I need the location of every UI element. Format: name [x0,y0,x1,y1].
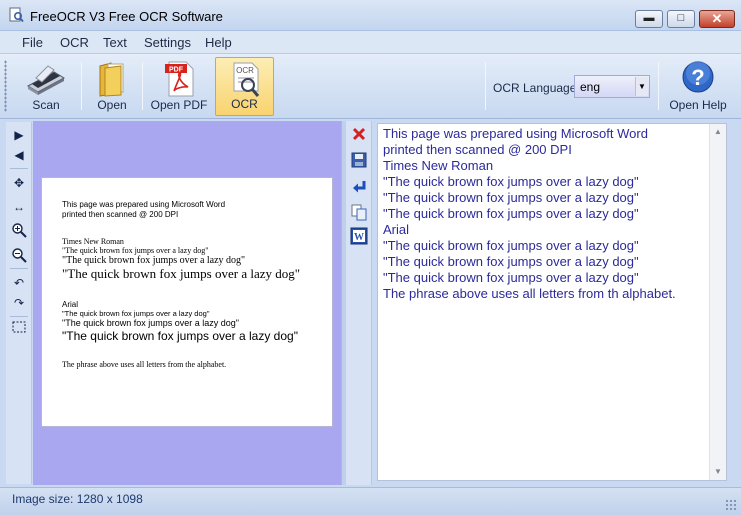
ocr-text-line: "The quick brown fox jumps over a lazy d… [383,270,639,285]
maximize-icon: □ [677,12,685,24]
status-bar: Image size: 1280 x 1098 [0,487,741,515]
open-button[interactable]: Open [86,57,138,116]
preview-line: The phrase above uses all letters from t… [62,360,227,369]
ocr-text-area[interactable]: This page was prepared using Microsoft W… [377,123,727,481]
preview-line: "The quick brown fox jumps over a lazy d… [62,246,209,255]
folder-icon [99,62,124,97]
ocr-text-line: "The quick brown fox jumps over a lazy d… [383,174,639,189]
ocr-language-label: OCR Language: [493,81,580,95]
maximize-button[interactable]: □ [667,10,695,28]
scanned-page: This page was prepared using Microsoft W… [41,177,333,427]
text-tools-bar: W [346,121,372,485]
play-left-icon[interactable]: ◀ [10,146,28,164]
menu-bar: File OCR Text Settings Help [0,31,741,53]
scroll-up-icon[interactable]: ▲ [710,124,726,140]
toolbar-separator [81,62,82,110]
minimize-button[interactable]: ▬ [635,10,663,28]
window-title: FreeOCR V3 Free OCR Software [30,9,223,24]
fit-width-icon[interactable]: ↔ [10,198,28,216]
preview-line: "The quick brown fox jumps over a lazy d… [62,255,246,266]
preview-line: "The quick brown fox jumps over a lazy d… [62,309,210,318]
ocr-icon: OCR [233,62,259,97]
menu-file[interactable]: File [22,35,43,50]
scroll-down-icon[interactable]: ▼ [710,464,726,480]
toolbar-separator [142,62,143,110]
ocr-text-line: The phrase above uses all letters from t… [383,286,676,301]
svg-text:PDF: PDF [169,67,184,74]
preview-line: This page was prepared using Microsoft W… [62,200,226,209]
open-pdf-button[interactable]: PDF Open PDF [148,57,210,116]
paste-icon[interactable] [350,178,368,196]
menu-help[interactable]: Help [205,35,232,50]
ocr-label: OCR [231,97,258,111]
select-area-icon[interactable] [10,318,28,336]
scan-button[interactable]: Scan [14,57,78,116]
menu-text[interactable]: Text [103,35,127,50]
image-size-status: Image size: 1280 x 1098 [12,492,143,506]
help-icon: ? [682,61,714,93]
ocr-button[interactable]: OCR OCR [215,57,274,116]
toolbar-separator [485,62,486,110]
preview-line: Times New Roman [62,237,124,246]
chevron-down-icon[interactable]: ▼ [635,77,648,96]
preview-line: printed then scanned @ 200 DPI [62,210,179,219]
open-label: Open [97,98,127,112]
preview-line: Arial [62,300,79,309]
tool-separator [10,168,28,169]
play-right-icon[interactable]: ▶ [10,126,28,144]
preview-line: "The quick brown fox jumps over a lazy d… [62,329,298,343]
save-icon[interactable] [350,151,368,169]
minimize-icon: ▬ [643,12,655,24]
close-button[interactable]: ✕ [699,10,735,28]
ocr-text-line: This page was prepared using Microsoft W… [383,126,648,141]
zoom-in-icon[interactable] [10,221,28,239]
svg-text:W: W [354,232,364,243]
toolbar-separator [658,62,659,110]
svg-text:?: ? [691,65,704,90]
title-bar: FreeOCR V3 Free OCR Software ▬ □ ✕ [0,0,741,31]
rotate-right-icon[interactable]: ↷ [10,294,28,312]
toolbar-grip[interactable] [4,60,7,112]
resize-grip-icon[interactable] [725,499,737,511]
image-tools-bar: ▶ ◀ ✥ ↔ ↶ ↷ [6,122,32,484]
tool-separator [10,316,28,317]
open-pdf-label: Open PDF [150,98,208,112]
ocr-text-line: printed then scanned @ 200 DPI [383,142,572,157]
clear-icon[interactable] [350,125,368,143]
menu-settings[interactable]: Settings [144,35,191,50]
word-icon[interactable]: W [350,227,368,245]
rotate-left-icon[interactable]: ↶ [10,274,28,292]
pdf-file-icon: PDF [165,61,194,97]
ocr-text-line: Times New Roman [383,158,494,173]
freeocr-app-icon [9,7,24,23]
ocr-text-line: "The quick brown fox jumps over a lazy d… [383,238,639,253]
ocr-text-line: "The quick brown fox jumps over a lazy d… [383,206,639,221]
preview-line: "The quick brown fox jumps over a lazy d… [62,266,301,281]
image-preview-panel[interactable]: This page was prepared using Microsoft W… [33,121,341,485]
toolbar: Scan Open PDF Open PDF OCR OCR OCR Langu… [0,53,741,119]
ocr-language-select[interactable]: eng ▼ [574,75,650,98]
ocr-language-value: eng [580,80,601,94]
menu-ocr[interactable]: OCR [60,35,89,50]
ocr-text-line: "The quick brown fox jumps over a lazy d… [383,190,639,205]
zoom-out-icon[interactable] [10,246,28,264]
scanner-icon [26,65,66,95]
ocr-text-line: Arial [383,222,410,237]
tool-separator [10,268,28,269]
ocr-text-scrollbar[interactable]: ▲ ▼ [709,124,726,480]
scan-label: Scan [32,98,60,112]
move-icon[interactable]: ✥ [10,174,28,192]
ocr-text-line: "The quick brown fox jumps over a lazy d… [383,254,639,269]
open-help-button[interactable]: ? Open Help [664,57,732,116]
copy-icon[interactable] [350,203,368,221]
open-help-label: Open Help [669,98,727,112]
preview-line: "The quick brown fox jumps over a lazy d… [62,318,239,328]
svg-text:OCR: OCR [236,66,254,75]
close-icon: ✕ [711,11,723,26]
